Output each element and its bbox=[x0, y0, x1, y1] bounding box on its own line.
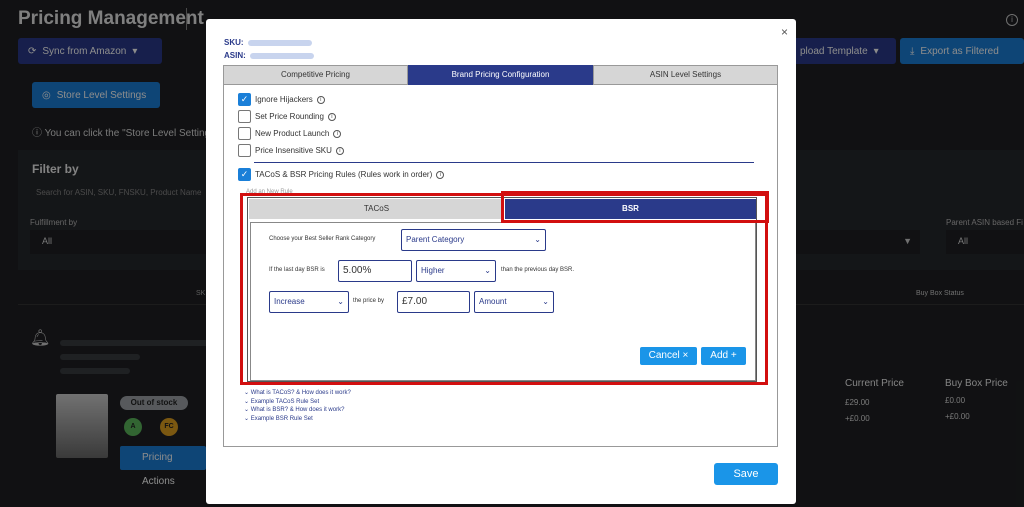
help-links: ⌄ What is TACoS? & How does it work? ⌄ E… bbox=[244, 389, 351, 423]
info-icon[interactable]: i bbox=[316, 95, 325, 104]
checkbox-label: Price Insensitive SKU bbox=[255, 146, 332, 155]
info-icon[interactable]: i bbox=[327, 112, 336, 121]
checkbox[interactable] bbox=[238, 144, 251, 157]
checkbox[interactable]: ✓ bbox=[238, 93, 251, 106]
tab-brand-pricing[interactable]: Brand Pricing Configuration bbox=[408, 65, 593, 85]
checkbox[interactable] bbox=[238, 127, 251, 140]
info-icon[interactable]: i bbox=[436, 170, 445, 179]
checkbox-label: Set Price Rounding bbox=[255, 112, 324, 121]
divider bbox=[254, 162, 754, 163]
checkbox-label: Ignore Hijackers bbox=[255, 95, 313, 104]
tacos-bsr-rules-row[interactable]: ✓ TACoS & BSR Pricing Rules (Rules work … bbox=[238, 168, 445, 181]
info-icon[interactable]: i bbox=[335, 146, 344, 155]
save-button[interactable]: Save bbox=[714, 463, 778, 485]
highlight-box bbox=[240, 193, 768, 385]
ignore-hijackers-row[interactable]: ✓ Ignore Hijackers i bbox=[238, 93, 325, 106]
help-link-bsr-example[interactable]: ⌄ Example BSR Rule Set bbox=[244, 415, 351, 422]
checkbox[interactable]: ✓ bbox=[238, 168, 251, 181]
checkbox[interactable] bbox=[238, 110, 251, 123]
checkbox-label: TACoS & BSR Pricing Rules (Rules work in… bbox=[255, 170, 433, 179]
sku-field: SKU: bbox=[224, 38, 312, 47]
set-price-rounding-row[interactable]: Set Price Rounding i bbox=[238, 110, 336, 123]
asin-field: ASIN: bbox=[224, 51, 314, 60]
help-link-tacos[interactable]: ⌄ What is TACoS? & How does it work? bbox=[244, 389, 351, 396]
close-icon[interactable]: × bbox=[781, 25, 788, 39]
help-link-tacos-example[interactable]: ⌄ Example TACoS Rule Set bbox=[244, 398, 351, 405]
tab-asin-level-settings[interactable]: ASIN Level Settings bbox=[593, 65, 778, 85]
info-icon[interactable]: i bbox=[333, 129, 342, 138]
new-product-launch-row[interactable]: New Product Launch i bbox=[238, 127, 342, 140]
tab-competitive-pricing[interactable]: Competitive Pricing bbox=[223, 65, 408, 85]
help-link-bsr[interactable]: ⌄ What is BSR? & How does it work? bbox=[244, 406, 351, 413]
price-insensitive-row[interactable]: Price Insensitive SKU i bbox=[238, 144, 344, 157]
checkbox-label: New Product Launch bbox=[255, 129, 330, 138]
modal-tabs: Competitive Pricing Brand Pricing Config… bbox=[223, 65, 778, 85]
